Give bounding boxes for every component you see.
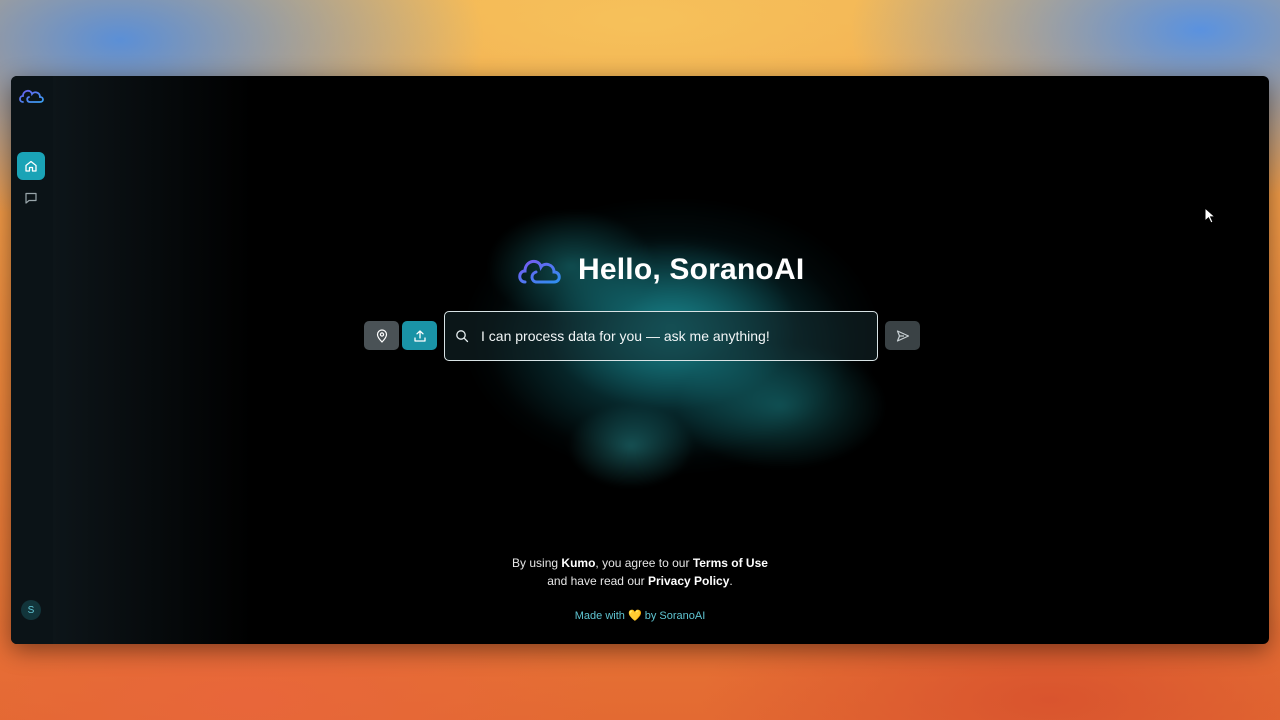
made-prefix: Made with — [574, 610, 628, 622]
heart-icon: 💛 — [627, 610, 642, 622]
upload-icon — [413, 329, 426, 342]
app-window: S Hello, SoranoAI I can process data for… — [11, 76, 1269, 644]
upload-button[interactable] — [402, 321, 437, 350]
page-title: Hello, SoranoAI — [578, 253, 805, 286]
mouse-cursor-icon — [1204, 207, 1217, 224]
legal-notice: By using Kumo, you agree to our Terms of… — [11, 554, 1269, 590]
location-pin-icon — [376, 328, 387, 343]
location-button[interactable] — [364, 321, 399, 350]
search-input[interactable] — [479, 327, 867, 345]
sidebar-item-home[interactable] — [17, 152, 45, 180]
privacy-link[interactable]: Privacy Policy — [648, 574, 729, 588]
legal-line2-prefix: and have read our — [547, 574, 648, 588]
home-icon — [25, 160, 37, 172]
search-bar[interactable] — [444, 311, 878, 361]
sidebar-item-chat[interactable] — [17, 184, 45, 212]
legal-line2-suffix: . — [729, 574, 733, 588]
send-button[interactable] — [885, 321, 920, 350]
cloud-logo-icon — [518, 259, 561, 284]
send-icon — [896, 329, 909, 342]
made-with-credit: Made with 💛 by SoranoAI — [11, 609, 1269, 622]
brand-name: Kumo — [561, 556, 596, 570]
terms-link[interactable]: Terms of Use — [693, 556, 768, 570]
legal-middle: , you agree to our — [595, 556, 693, 570]
legal-prefix: By using — [512, 556, 562, 570]
cloud-logo-icon[interactable] — [18, 85, 46, 107]
search-icon — [455, 328, 471, 344]
hero-heading: Hello, SoranoAI — [516, 246, 804, 294]
made-suffix: by SoranoAI — [641, 610, 706, 622]
chat-icon — [25, 192, 37, 204]
